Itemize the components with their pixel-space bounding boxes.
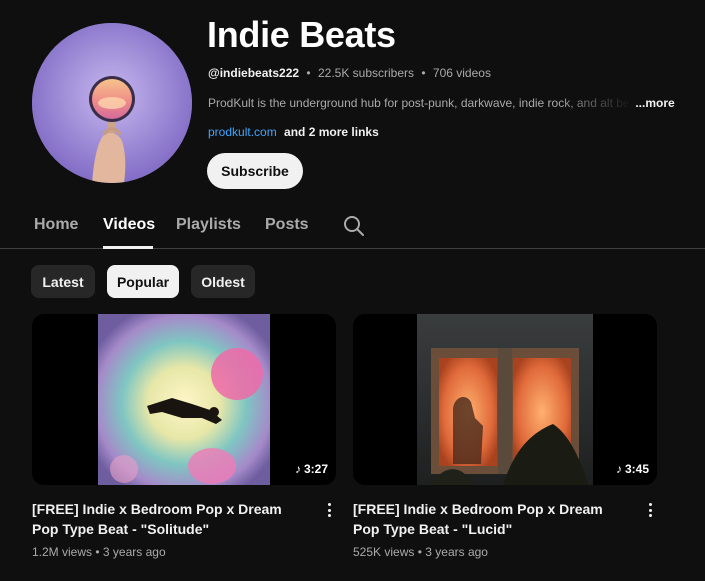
- avatar-artwork: [32, 23, 192, 183]
- video-duration: ♪ 3:27: [295, 462, 328, 476]
- subscriber-count: 22.5K subscribers: [317, 66, 415, 80]
- video-title[interactable]: [FREE] Indie x Bedroom Pop x Dream Pop T…: [32, 499, 302, 539]
- music-note-icon: ♪: [615, 462, 622, 476]
- upload-age: 3 years ago: [425, 545, 488, 559]
- more-links[interactable]: and 2 more links: [284, 125, 379, 139]
- thumbnail-artwork: [98, 314, 270, 485]
- video-duration: ♪ 3:45: [616, 462, 649, 476]
- music-note-icon: ♪: [294, 462, 301, 476]
- channel-name: Indie Beats: [207, 14, 396, 55]
- chip-oldest[interactable]: Oldest: [191, 265, 255, 298]
- duration-text: 3:27: [303, 462, 328, 476]
- tab-videos[interactable]: Videos: [103, 216, 155, 234]
- channel-meta: @indiebeats222 • 22.5K subscribers • 706…: [208, 66, 491, 80]
- active-tab-indicator: [103, 246, 153, 249]
- view-count: 525K views: [353, 545, 415, 559]
- video-meta: 525K views • 3 years ago: [353, 545, 488, 559]
- tab-home[interactable]: Home: [34, 216, 78, 234]
- meta-separator: •: [421, 66, 426, 80]
- thumbnail-artwork: [417, 314, 593, 485]
- view-count: 1.2M views: [32, 545, 93, 559]
- channel-links: prodkult.com and 2 more links: [208, 125, 379, 139]
- search-icon[interactable]: [342, 214, 366, 238]
- tab-posts[interactable]: Posts: [265, 216, 309, 234]
- video-thumbnail[interactable]: ♪ 3:27: [32, 314, 336, 485]
- meta-separator: •: [95, 545, 100, 559]
- tab-playlists[interactable]: Playlists: [176, 216, 241, 234]
- more-vert-icon[interactable]: [322, 500, 336, 520]
- duration-text: 3:45: [624, 462, 649, 476]
- channel-handle: @indiebeats222: [208, 66, 300, 80]
- chip-popular[interactable]: Popular: [107, 265, 179, 298]
- video-count: 706 videos: [432, 66, 491, 80]
- video-thumbnail[interactable]: ♪ 3:45: [353, 314, 657, 485]
- video-title[interactable]: [FREE] Indie x Bedroom Pop x Dream Pop T…: [353, 499, 623, 539]
- channel-link[interactable]: prodkult.com: [208, 125, 277, 139]
- upload-age: 3 years ago: [102, 545, 166, 559]
- channel-tabs: Home Videos Playlists Posts: [0, 205, 705, 249]
- description-text: ProdKult is the underground hub for post…: [208, 96, 632, 110]
- subscribe-button[interactable]: Subscribe: [207, 153, 303, 189]
- meta-separator: •: [306, 66, 311, 80]
- more-vert-icon[interactable]: [643, 500, 657, 520]
- description-more-link[interactable]: ...more: [635, 96, 674, 110]
- channel-description[interactable]: ProdKult is the underground hub for post…: [208, 96, 678, 110]
- chip-latest[interactable]: Latest: [31, 265, 95, 298]
- meta-separator: •: [417, 545, 422, 559]
- channel-avatar[interactable]: [32, 23, 192, 183]
- video-meta: 1.2M views • 3 years ago: [32, 545, 166, 559]
